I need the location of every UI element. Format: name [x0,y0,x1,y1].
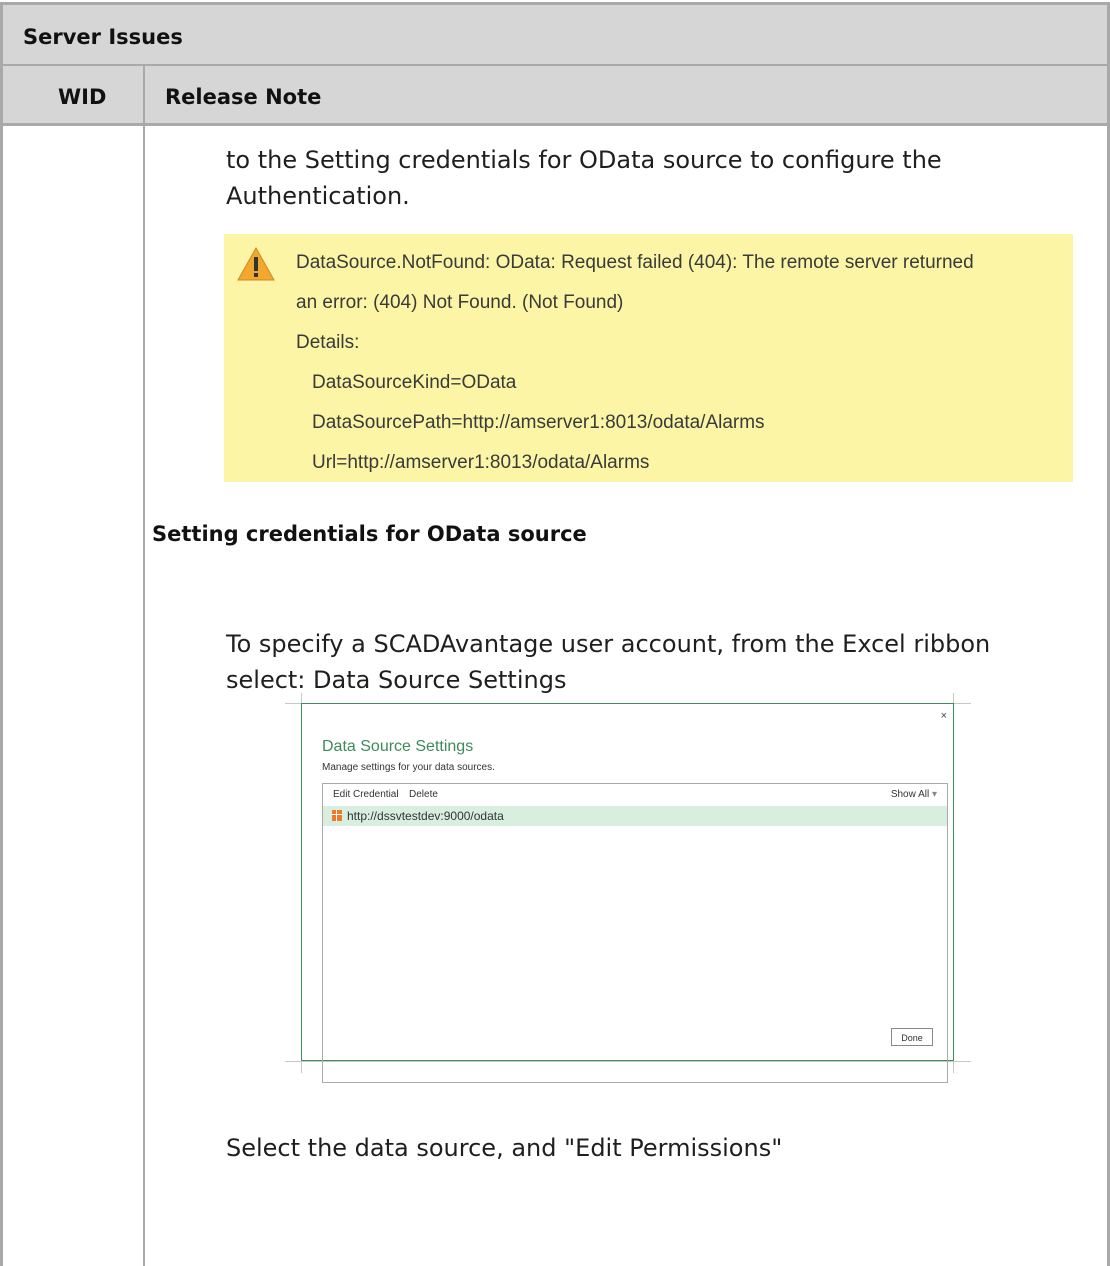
show-filter-dropdown[interactable]: Show All ▾ [891,789,937,800]
column-header-wid: WID [58,85,107,109]
dialog-subtitle: Manage settings for your data sources. [322,762,495,773]
table-left-border [0,126,3,1266]
section-heading: Setting credentials for OData source [152,522,587,546]
column-header-release-note: Release Note [165,85,322,109]
warning-line: DataSource.NotFound: OData: Request fail… [296,252,974,273]
warning-line: Url=http://amserver1:8013/odata/Alarms [312,452,650,473]
release-notes-table: Server Issues WID Release Note to the Se… [0,0,1110,1266]
table-header-row: WID Release Note [0,64,1110,126]
done-button[interactable]: Done [891,1028,933,1046]
table-icon [332,810,342,821]
data-source-list-item[interactable]: http://dssvtestdev:9000/odata [323,806,947,826]
instruction-line-1: To specify a SCADAvantage user account, … [226,630,991,658]
warning-line: DataSourcePath=http://amserver1:8013/oda… [312,412,765,433]
data-source-url: http://dssvtestdev:9000/odata [347,809,504,823]
error-warning-box: DataSource.NotFound: OData: Request fail… [224,234,1073,482]
warning-line: DataSourceKind=OData [312,372,517,393]
table-title-row: Server Issues [0,2,1110,66]
show-value: All [918,789,930,800]
delete-button[interactable]: Delete [409,789,438,800]
warning-line: an error: (404) Not Found. (Not Found) [296,292,624,313]
warning-icon [237,246,275,281]
chevron-down-icon: ▾ [931,789,937,800]
column-divider [143,64,145,1266]
show-label: Show [890,789,916,800]
instruction-line-3: Select the data source, and "Edit Permis… [226,1134,783,1162]
table-title: Server Issues [23,25,183,49]
dialog-title: Data Source Settings [322,738,474,755]
intro-line-2: Authentication. [226,182,410,210]
data-source-settings-dialog: × Data Source Settings Manage settings f… [301,703,954,1083]
dialog-toolbar: Edit Credential Delete Show All ▾ [323,784,947,806]
warning-line: Details: [296,332,360,353]
edit-credential-button[interactable]: Edit Credential [333,789,399,800]
data-source-settings-screenshot: × Data Source Settings Manage settings f… [285,693,971,1083]
close-icon[interactable]: × [941,710,947,722]
data-source-list-panel: Edit Credential Delete Show All ▾ http:/… [322,783,948,1083]
intro-line-1: to the Setting credentials for OData sou… [226,146,942,174]
